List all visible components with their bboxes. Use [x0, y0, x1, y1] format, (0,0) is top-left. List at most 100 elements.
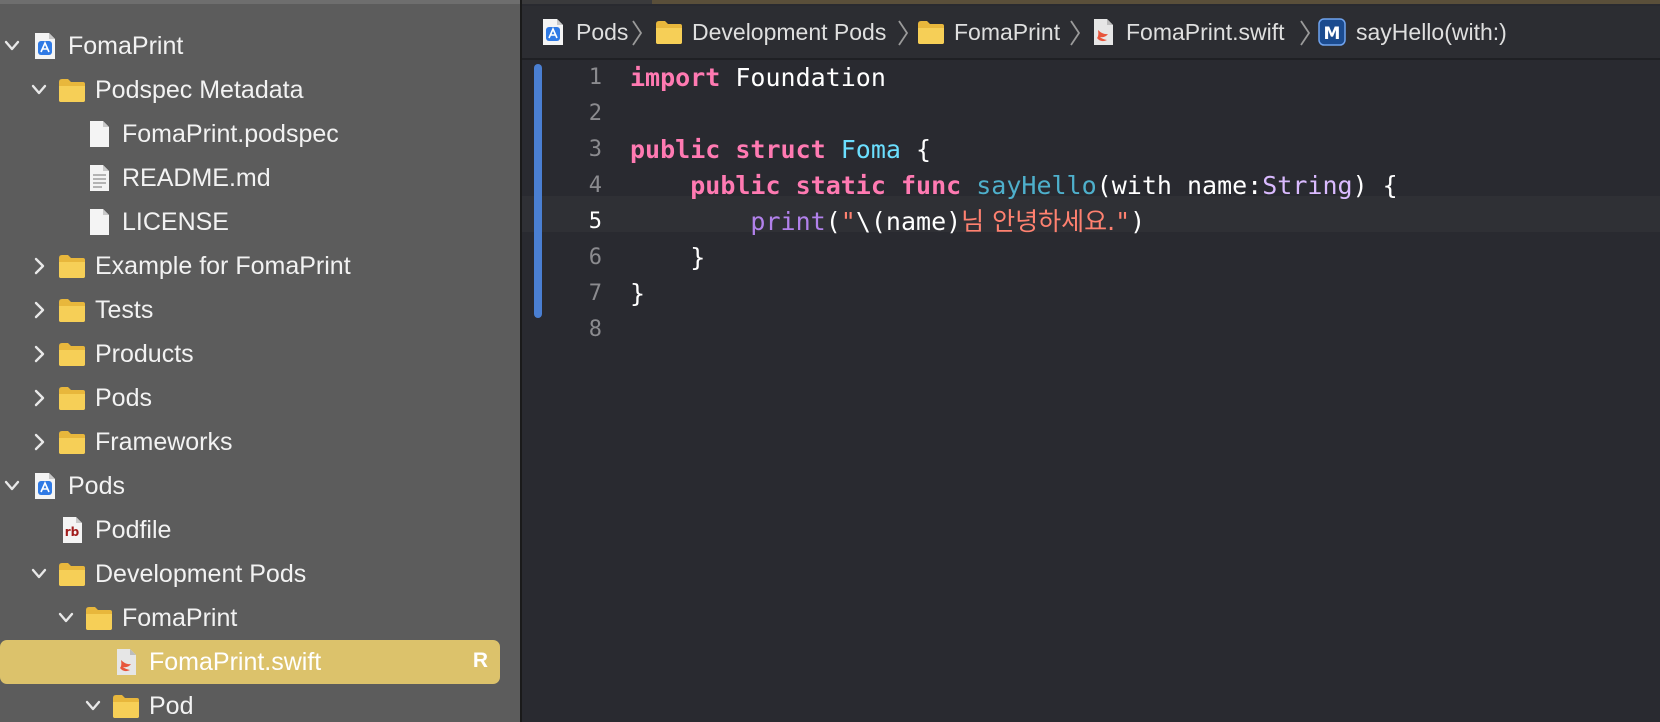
folder-icon [57, 560, 87, 588]
code-line[interactable]: 3 public struct Foma { [522, 132, 1660, 168]
navigator-item-label: Pod [149, 692, 194, 720]
line-number: 4 [588, 173, 602, 198]
svg-text:rb: rb [65, 525, 80, 539]
navigator-item[interactable]: Pod [0, 684, 520, 722]
folder-icon [57, 76, 87, 104]
line-number: 7 [588, 281, 602, 306]
xcode-project-icon [30, 472, 60, 500]
navigator-item-label: Pods [95, 384, 152, 412]
navigator-item[interactable]: Example for FomaPrint [0, 244, 520, 288]
code-line[interactable]: 2 [522, 96, 1660, 132]
navigator-item-label: Example for FomaPrint [95, 252, 351, 280]
navigator-item[interactable]: README.md [0, 156, 520, 200]
code-line[interactable]: 4 public static func sayHello(with name:… [522, 168, 1660, 204]
navigator-item[interactable]: Development Pods [0, 552, 520, 596]
file-icon [84, 208, 114, 236]
line-number: 6 [588, 245, 602, 270]
code-line[interactable]: 8 [522, 312, 1660, 348]
chevron-right-icon[interactable] [29, 343, 49, 365]
chevron-down-icon[interactable] [2, 35, 22, 57]
code-token: { [900, 135, 932, 164]
source-control-status-badge: R [472, 649, 488, 672]
code-token: Foma [840, 135, 901, 164]
folder-icon [654, 18, 682, 46]
code-text: import Foundation [630, 60, 886, 96]
code-token: ) [1130, 207, 1146, 236]
folder-icon [84, 604, 114, 632]
navigator-item[interactable]: FomaPrint [0, 596, 520, 640]
code-area[interactable]: 1 import Foundation 2 3 public struct Foma {… [522, 60, 1660, 722]
navigator-item[interactable]: LICENSE [0, 200, 520, 244]
code-text: print("\(name)님 안녕하세요.") [630, 204, 1145, 240]
chevron-down-icon[interactable] [29, 563, 49, 585]
navigator-item[interactable]: FomaPrint.swift R [0, 640, 520, 684]
line-number: 1 [588, 65, 602, 90]
chevron-down-icon[interactable] [2, 475, 22, 497]
code-token: " [1115, 207, 1131, 236]
chevron-down-icon[interactable] [56, 607, 76, 629]
navigator-item[interactable]: rb Podfile [0, 508, 520, 552]
xcode-project-icon [538, 18, 566, 46]
jump-bar-crumb-label: Development Pods [692, 19, 887, 45]
code-line[interactable]: 5 print("\(name)님 안녕하세요.") [522, 204, 1660, 240]
folder-icon [57, 428, 87, 456]
folder-icon [57, 296, 87, 324]
text-file-icon [84, 164, 114, 192]
breadcrumb-separator-icon [1298, 18, 1312, 48]
navigator-item[interactable]: Podspec Metadata [0, 68, 520, 112]
code-token: public [630, 135, 721, 164]
code-token: 님 안녕하세요. [961, 207, 1116, 236]
navigator-item-label: FomaPrint [122, 604, 238, 632]
file-icon [84, 120, 114, 148]
code-line[interactable]: 1 import Foundation [522, 60, 1660, 96]
chevron-down-icon[interactable] [29, 79, 49, 101]
code-token: (with name: [1096, 171, 1263, 200]
chevron-right-icon[interactable] [29, 255, 49, 277]
code-token: struct [735, 135, 826, 164]
chevron-right-icon[interactable] [29, 431, 49, 453]
navigator-item[interactable]: FomaPrint [0, 24, 520, 68]
folder-icon [57, 340, 87, 368]
code-token: func [900, 171, 962, 200]
jump-bar-crumb-label: FomaPrint [954, 19, 1061, 45]
navigator-item[interactable]: FomaPrint.podspec [0, 112, 520, 156]
code-line[interactable]: 6 } [522, 240, 1660, 276]
navigator-top-border [0, 0, 520, 4]
chevron-right-icon[interactable] [29, 299, 49, 321]
navigator-item-label: Frameworks [95, 428, 233, 456]
editor-top-border [522, 0, 1660, 4]
swift-file-icon [1088, 18, 1116, 46]
navigator-item[interactable]: Pods [0, 464, 520, 508]
code-text: } [630, 276, 645, 312]
svg-text:M: M [1324, 24, 1341, 44]
code-text: public static func sayHello(with name:St… [630, 168, 1398, 204]
project-navigator: FomaPrint Podspec Metadata FomaPrint.podsp… [0, 0, 520, 722]
jump-bar: Pods Development Pods FomaPrint FomaPrint.s… [522, 6, 1660, 60]
navigator-item[interactable]: Pods [0, 376, 520, 420]
code-token: " [840, 207, 856, 236]
line-number: 2 [588, 101, 602, 126]
jump-bar-crumb-label: Pods [576, 19, 629, 45]
navigator-item-label: Pods [68, 472, 125, 500]
breadcrumb-separator-icon [630, 18, 644, 48]
code-line[interactable]: 7} [522, 276, 1660, 312]
chevron-down-icon[interactable] [83, 695, 103, 717]
code-token: } [630, 279, 646, 308]
ruby-file-icon: rb [57, 516, 87, 544]
code-text: } [630, 240, 705, 276]
xcode-project-icon [30, 32, 60, 60]
source-editor: Pods Development Pods FomaPrint FomaPrint.s… [522, 0, 1660, 722]
chevron-right-icon[interactable] [29, 387, 49, 409]
code-token: ) { [1352, 171, 1398, 200]
navigator-item[interactable]: Tests [0, 288, 520, 332]
navigator-item[interactable]: Products [0, 332, 520, 376]
navigator-item[interactable]: Frameworks [0, 420, 520, 464]
folder-icon [111, 692, 141, 720]
